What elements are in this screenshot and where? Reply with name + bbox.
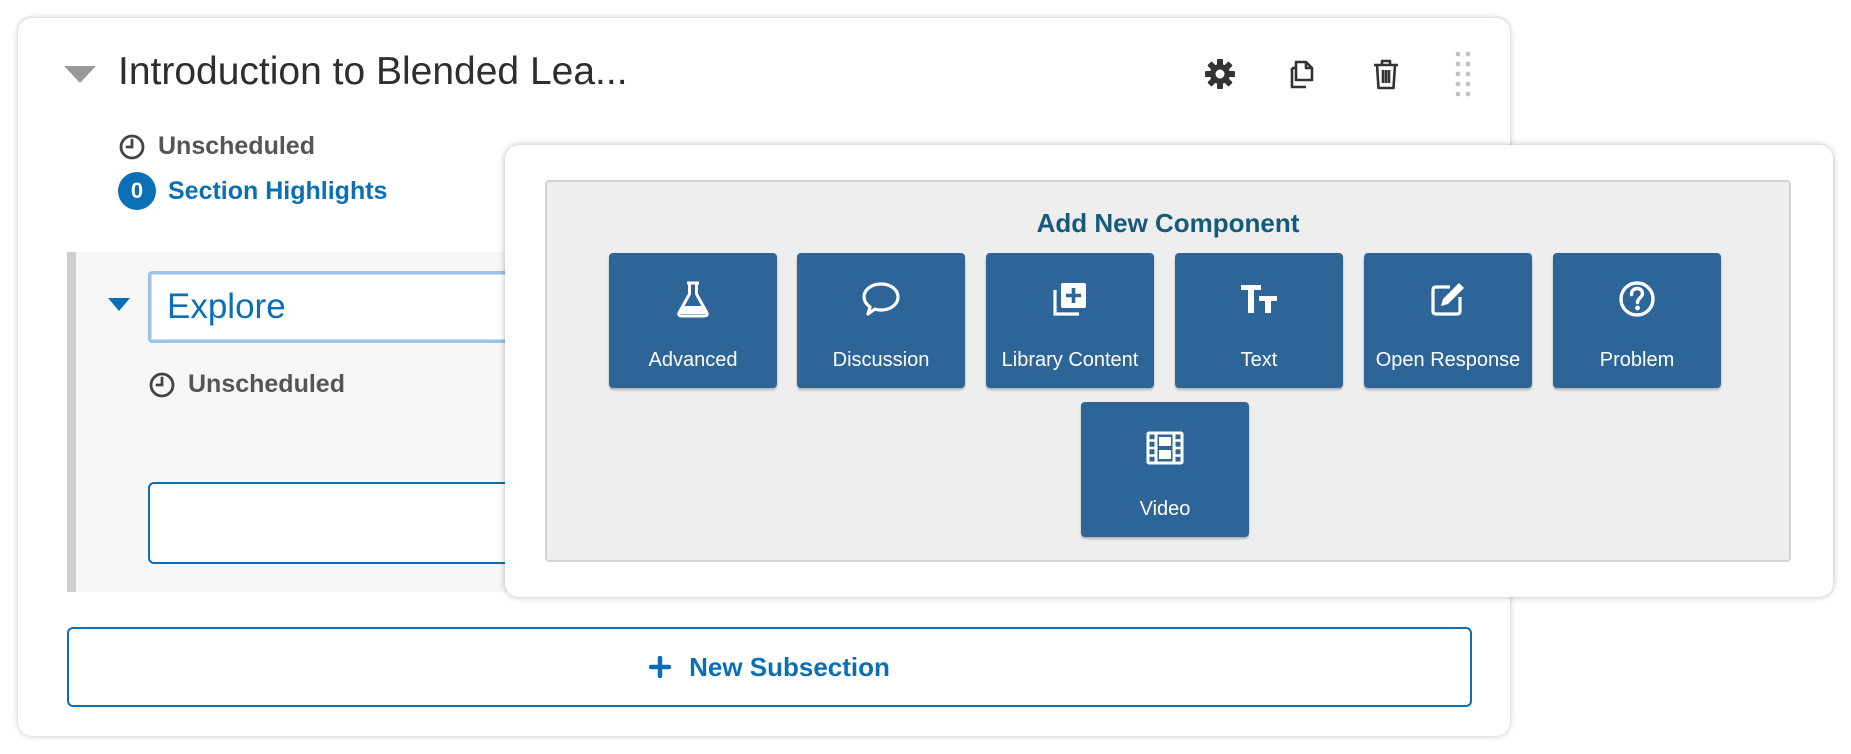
speech-bubble-icon <box>862 282 900 316</box>
flask-icon <box>677 281 709 318</box>
drag-handle-icon[interactable] <box>1452 50 1474 98</box>
add-problem-label: Problem <box>1599 349 1675 371</box>
gear-icon[interactable] <box>1202 56 1238 92</box>
add-discussion-label: Discussion <box>832 349 930 371</box>
add-advanced-button[interactable]: Advanced <box>609 253 777 388</box>
add-problem-button[interactable]: Problem <box>1553 253 1721 388</box>
new-subsection-button[interactable]: New Subsection <box>67 627 1472 707</box>
add-advanced-label: Advanced <box>648 349 738 371</box>
section-schedule-text: Unscheduled <box>158 132 315 160</box>
add-text-button[interactable]: Text <box>1175 253 1343 388</box>
plus-icon <box>649 656 672 678</box>
new-subsection-label: New Subsection <box>689 651 890 682</box>
subsection-schedule-text: Unscheduled <box>188 370 345 398</box>
trash-icon[interactable] <box>1368 56 1404 92</box>
question-circle-icon <box>1619 281 1655 317</box>
add-video-button[interactable]: Video <box>1081 402 1249 537</box>
highlights-count-badge: 0 <box>118 172 156 210</box>
add-component-title: Add New Component <box>1036 208 1300 238</box>
add-library-content-label: Library Content <box>1001 349 1139 371</box>
add-video-label: Video <box>1139 498 1191 520</box>
film-icon <box>1146 431 1184 465</box>
section-highlights-link[interactable]: 0 Section Highlights <box>118 172 387 210</box>
add-open-response-label: Open Response <box>1375 349 1521 371</box>
section-highlights-label[interactable]: Section Highlights <box>168 177 387 206</box>
add-text-label: Text <box>1240 349 1278 371</box>
clock-icon <box>119 134 145 159</box>
add-component-card: Add New Component Advanced Discussion Li… <box>505 145 1833 597</box>
section-collapse-toggle[interactable] <box>64 66 96 83</box>
add-discussion-button[interactable]: Discussion <box>797 253 965 388</box>
subsection-collapse-toggle[interactable] <box>108 298 130 311</box>
clock-icon <box>149 372 175 397</box>
add-component-panel: Add New Component Advanced Discussion Li… <box>545 180 1791 562</box>
section-title[interactable]: Introduction to Blended Lea... <box>118 50 628 94</box>
library-add-icon <box>1053 283 1086 316</box>
duplicate-icon[interactable] <box>1284 56 1320 92</box>
edit-icon <box>1431 283 1464 316</box>
add-open-response-button[interactable]: Open Response <box>1364 253 1532 388</box>
add-library-content-button[interactable]: Library Content <box>986 253 1154 388</box>
subsection-schedule: Unscheduled <box>148 370 345 399</box>
text-size-icon <box>1241 285 1277 313</box>
section-schedule: Unscheduled <box>118 132 315 161</box>
